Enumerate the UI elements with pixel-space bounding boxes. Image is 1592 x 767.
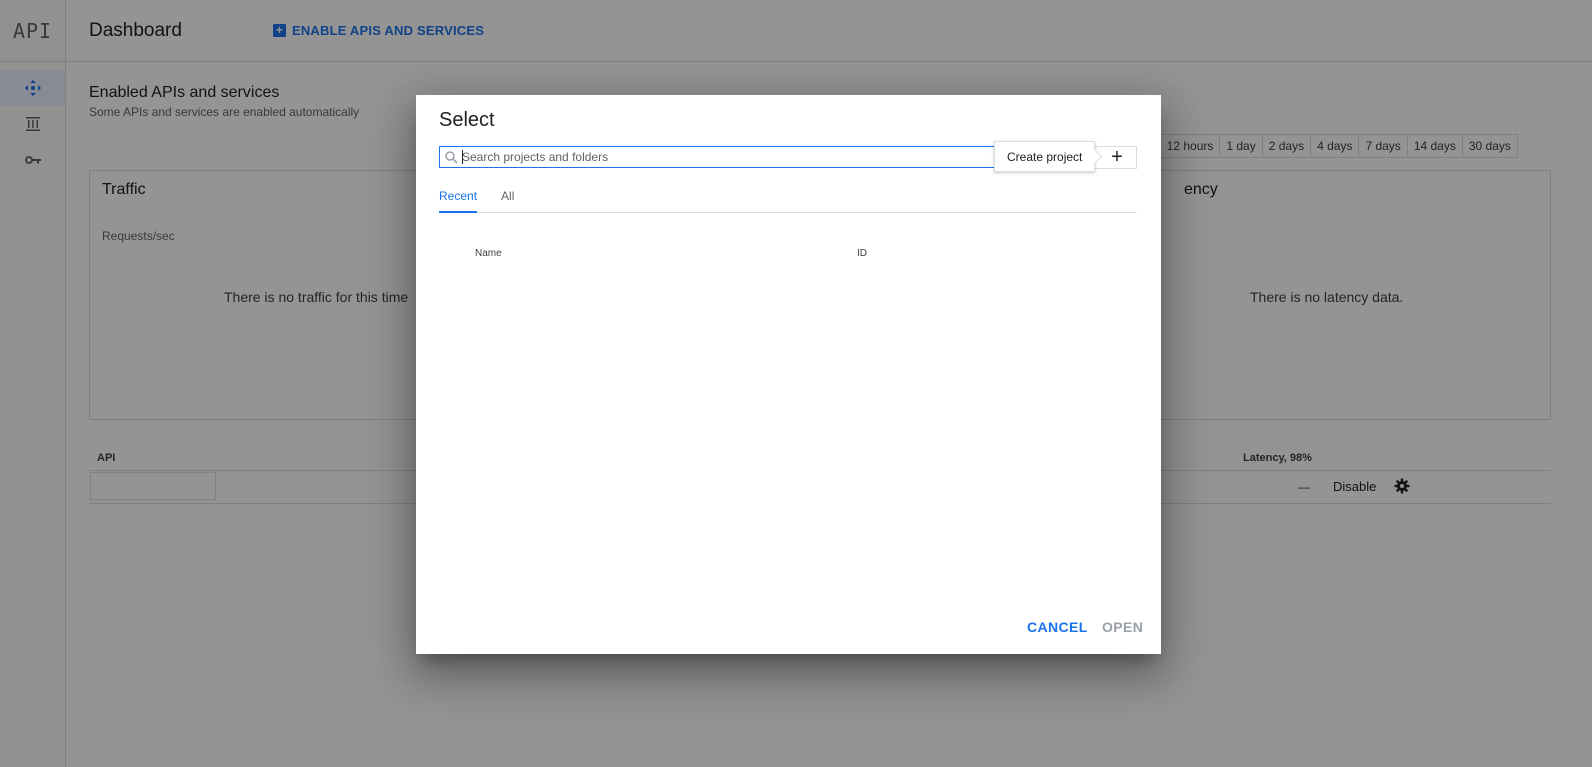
dialog-title: Select (439, 109, 495, 131)
plus-icon: + (1111, 146, 1123, 168)
column-header-name: Name (475, 248, 502, 259)
cancel-button[interactable]: CANCEL (1027, 619, 1088, 635)
tab-all[interactable]: All (501, 180, 514, 212)
column-header-id: ID (857, 248, 867, 259)
search-box[interactable] (439, 146, 997, 168)
search-input[interactable] (462, 150, 996, 164)
open-button[interactable]: OPEN (1102, 619, 1143, 635)
create-project-tooltip: Create project (994, 141, 1096, 172)
search-icon (445, 150, 458, 164)
select-project-dialog: Select Create project + Recent All Name … (416, 95, 1161, 654)
dialog-tabs: Recent All (439, 180, 1137, 213)
tab-recent[interactable]: Recent (439, 180, 478, 213)
